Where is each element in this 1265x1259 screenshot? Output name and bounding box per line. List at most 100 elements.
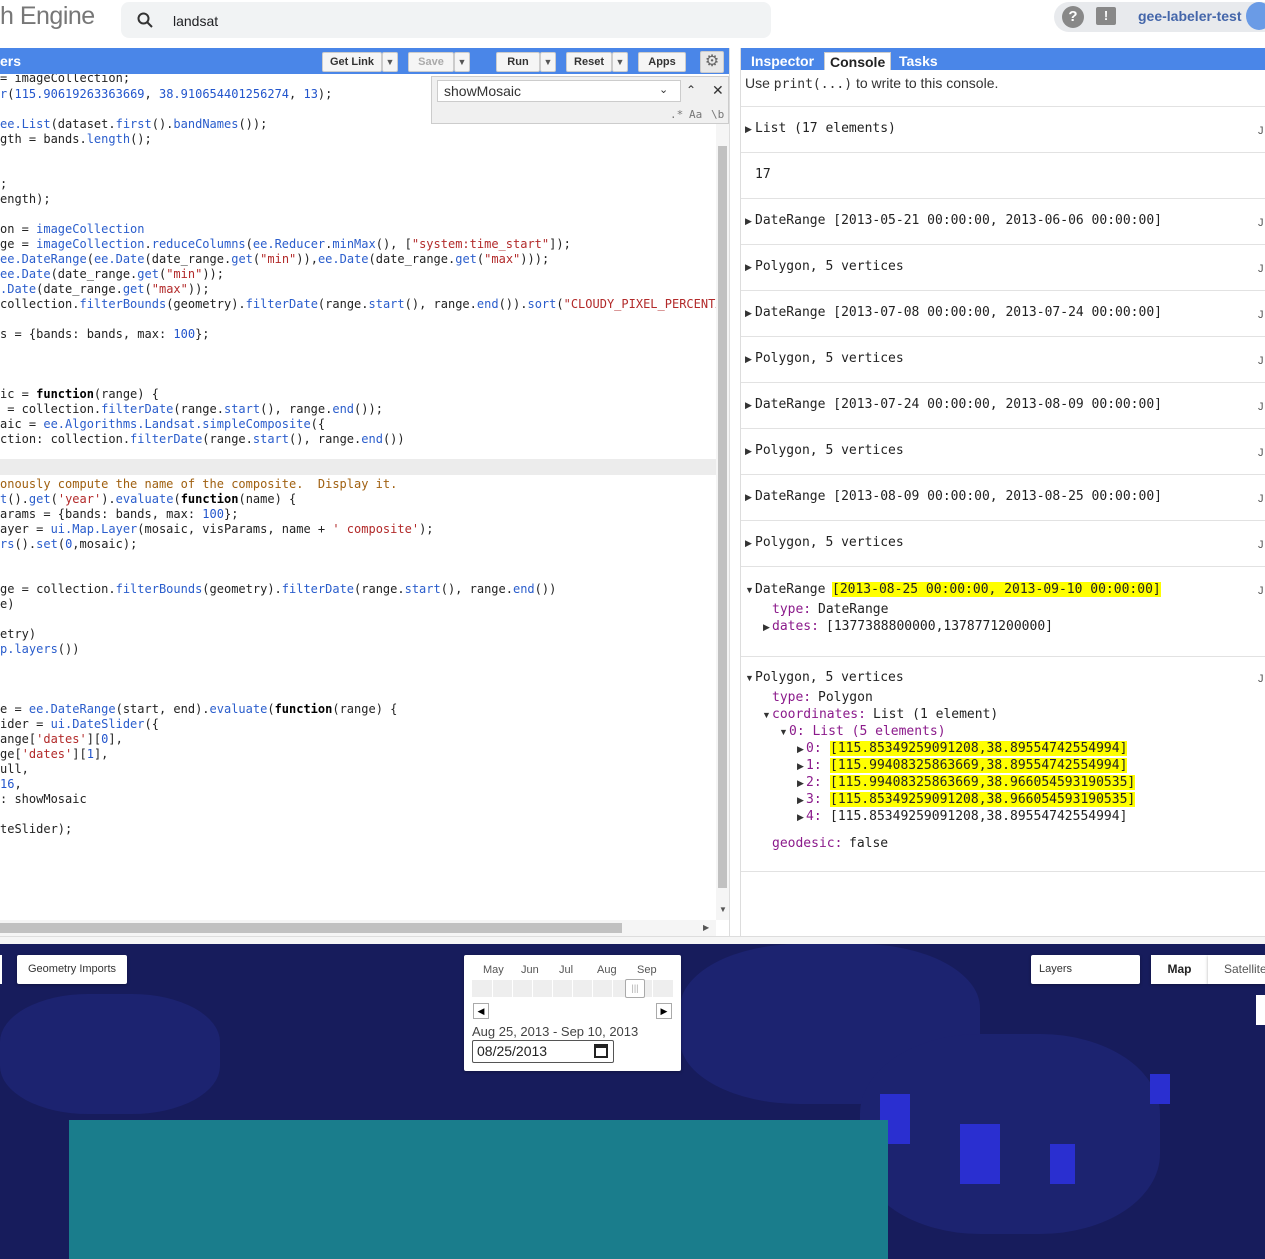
tab-tasks[interactable]: Tasks	[894, 52, 943, 70]
previous-icon[interactable]: ◀	[473, 1003, 489, 1019]
chevron-down-icon[interactable]: ⌄	[659, 83, 668, 96]
expand-triangle-icon[interactable]: ▶	[745, 446, 752, 457]
json-link[interactable]: J	[1258, 355, 1264, 367]
code-editor[interactable]: = imageCollection; r(115.90619263363669,…	[0, 74, 716, 920]
json-link[interactable]: J	[1258, 539, 1264, 551]
expand-triangle-icon[interactable]: ▶	[763, 622, 770, 633]
expand-triangle-icon[interactable]: ▶	[745, 216, 752, 227]
geometry-imports-button[interactable]: Geometry Imports	[17, 955, 127, 984]
code-line: aic = ee.Algorithms.Landsat.simpleCompos…	[0, 417, 326, 431]
json-link[interactable]: J	[1258, 401, 1264, 413]
console-entry-label[interactable]: DateRange [2013-08-09 00:00:00, 2013-08-…	[755, 489, 1162, 504]
point-index[interactable]: 1:	[806, 758, 822, 773]
json-link[interactable]: J	[1258, 263, 1264, 275]
console-entry-label[interactable]: Polygon, 5 vertices	[755, 259, 904, 274]
satellite-button[interactable]: Satellite	[1208, 955, 1265, 984]
get-link-button[interactable]: Get Link	[322, 52, 382, 72]
next-icon[interactable]: ▶	[656, 1003, 672, 1019]
list-label[interactable]: 0: List (5 elements)	[789, 724, 946, 739]
console-entry-label[interactable]: DateRange [2013-07-24 00:00:00, 2013-08-…	[755, 397, 1162, 412]
save-button[interactable]: Save	[408, 52, 454, 72]
console-entry-label[interactable]: Polygon, 5 vertices	[755, 443, 904, 458]
scroll-right-icon[interactable]: ▶	[703, 923, 709, 932]
expand-triangle-icon[interactable]: ▶	[745, 124, 752, 135]
json-link[interactable]: J	[1258, 217, 1264, 229]
expand-triangle-icon[interactable]: ▶	[745, 538, 752, 549]
code-line: teSlider);	[0, 822, 73, 836]
expand-triangle-icon[interactable]: ▶	[745, 400, 752, 411]
expand-triangle-icon[interactable]: ▶	[797, 812, 804, 823]
find-regex-toggle[interactable]: .*	[670, 108, 683, 121]
expand-triangle-icon[interactable]: ▶	[797, 778, 804, 789]
property-value: [1377388800000,1378771200000]	[826, 619, 1053, 634]
reset-button[interactable]: Reset	[566, 52, 612, 72]
collapse-triangle-icon[interactable]: ▼	[745, 585, 754, 595]
code-line: ic = function(range) {	[0, 387, 159, 401]
slider-thumb[interactable]: |||	[625, 979, 645, 998]
feedback-icon[interactable]: !	[1096, 7, 1116, 25]
console-entry-label[interactable]: DateRange [2013-07-08 00:00:00, 2013-07-…	[755, 305, 1162, 320]
property-key[interactable]: dates:	[772, 619, 819, 634]
find-word-toggle[interactable]: \b	[711, 108, 724, 121]
console-entry-label[interactable]: Polygon, 5 vertices	[755, 351, 904, 366]
search-box[interactable]	[121, 2, 771, 38]
map-type-button[interactable]: Map	[1151, 955, 1208, 984]
json-link[interactable]: J	[1258, 309, 1264, 321]
layers-button[interactable]: Layers	[1031, 955, 1140, 984]
expand-triangle-icon[interactable]: ▶	[797, 795, 804, 806]
calendar-icon[interactable]	[594, 1044, 608, 1058]
json-link[interactable]: J	[1258, 673, 1264, 685]
expand-triangle-icon[interactable]: ▶	[797, 761, 804, 772]
apps-button[interactable]: Apps	[638, 52, 686, 72]
get-link-dropdown[interactable]: ▼	[382, 52, 398, 72]
collapse-triangle-icon[interactable]: ▼	[779, 727, 788, 737]
scrollbar-thumb[interactable]	[0, 923, 622, 933]
point-index[interactable]: 3:	[806, 792, 822, 807]
json-link[interactable]: J	[1258, 585, 1264, 597]
tab-console[interactable]: Console	[824, 52, 892, 70]
console-entry-label[interactable]: Polygon, 5 vertices	[755, 670, 904, 685]
collapse-triangle-icon[interactable]: ▼	[745, 673, 754, 683]
map-resize-handle[interactable]	[0, 936, 1265, 944]
code-line: r(115.90619263363669, 38.910654401256274…	[0, 87, 333, 101]
user-name[interactable]: gee-labeler-test	[1138, 8, 1241, 24]
point-index[interactable]: 0:	[806, 741, 822, 756]
close-icon[interactable]: ✕	[712, 82, 724, 99]
reset-dropdown[interactable]: ▼	[612, 52, 628, 72]
find-input[interactable]: showMosaic	[444, 83, 521, 99]
expand-triangle-icon[interactable]: ▶	[797, 744, 804, 755]
point-index[interactable]: 2:	[806, 775, 822, 790]
json-link[interactable]: J	[1258, 493, 1264, 505]
json-link[interactable]: J	[1258, 447, 1264, 459]
run-button[interactable]: Run	[496, 52, 540, 72]
json-link[interactable]: J	[1258, 125, 1264, 137]
zoom-control[interactable]	[1256, 995, 1265, 1025]
property-key[interactable]: coordinates:	[772, 707, 866, 722]
scrollbar-thumb[interactable]	[718, 146, 727, 888]
date-value[interactable]: 08/25/2013	[477, 1043, 547, 1059]
console-entry-label[interactable]: DateRange [2013-05-21 00:00:00, 2013-06-…	[755, 213, 1162, 228]
code-line: ull,	[0, 762, 29, 776]
map-control[interactable]	[0, 955, 2, 984]
scroll-down-icon[interactable]: ▼	[719, 905, 727, 914]
avatar[interactable]	[1246, 2, 1265, 30]
console-entry-label[interactable]: Polygon, 5 vertices	[755, 535, 904, 550]
expand-triangle-icon[interactable]: ▶	[745, 308, 752, 319]
help-icon[interactable]: ?	[1062, 6, 1084, 28]
gear-icon[interactable]: ⚙	[700, 51, 724, 73]
code-line: ange['dates'][0],	[0, 732, 123, 746]
panel-divider[interactable]	[729, 48, 741, 938]
expand-triangle-icon[interactable]: ▶	[745, 354, 752, 365]
chevron-up-icon[interactable]: ⌃	[686, 83, 696, 97]
run-dropdown[interactable]: ▼	[540, 52, 556, 72]
tab-inspector[interactable]: Inspector	[746, 52, 819, 70]
save-dropdown[interactable]: ▼	[454, 52, 470, 72]
point-index[interactable]: 4:	[806, 809, 822, 824]
collapse-triangle-icon[interactable]: ▼	[762, 710, 771, 720]
expand-triangle-icon[interactable]: ▶	[745, 492, 752, 503]
find-case-toggle[interactable]: Aa	[689, 108, 702, 121]
console-entry-label[interactable]: List (17 elements)	[755, 121, 896, 136]
console-entry-label[interactable]: DateRange	[755, 582, 825, 597]
search-input[interactable]: landsat	[173, 13, 218, 29]
expand-triangle-icon[interactable]: ▶	[745, 262, 752, 273]
